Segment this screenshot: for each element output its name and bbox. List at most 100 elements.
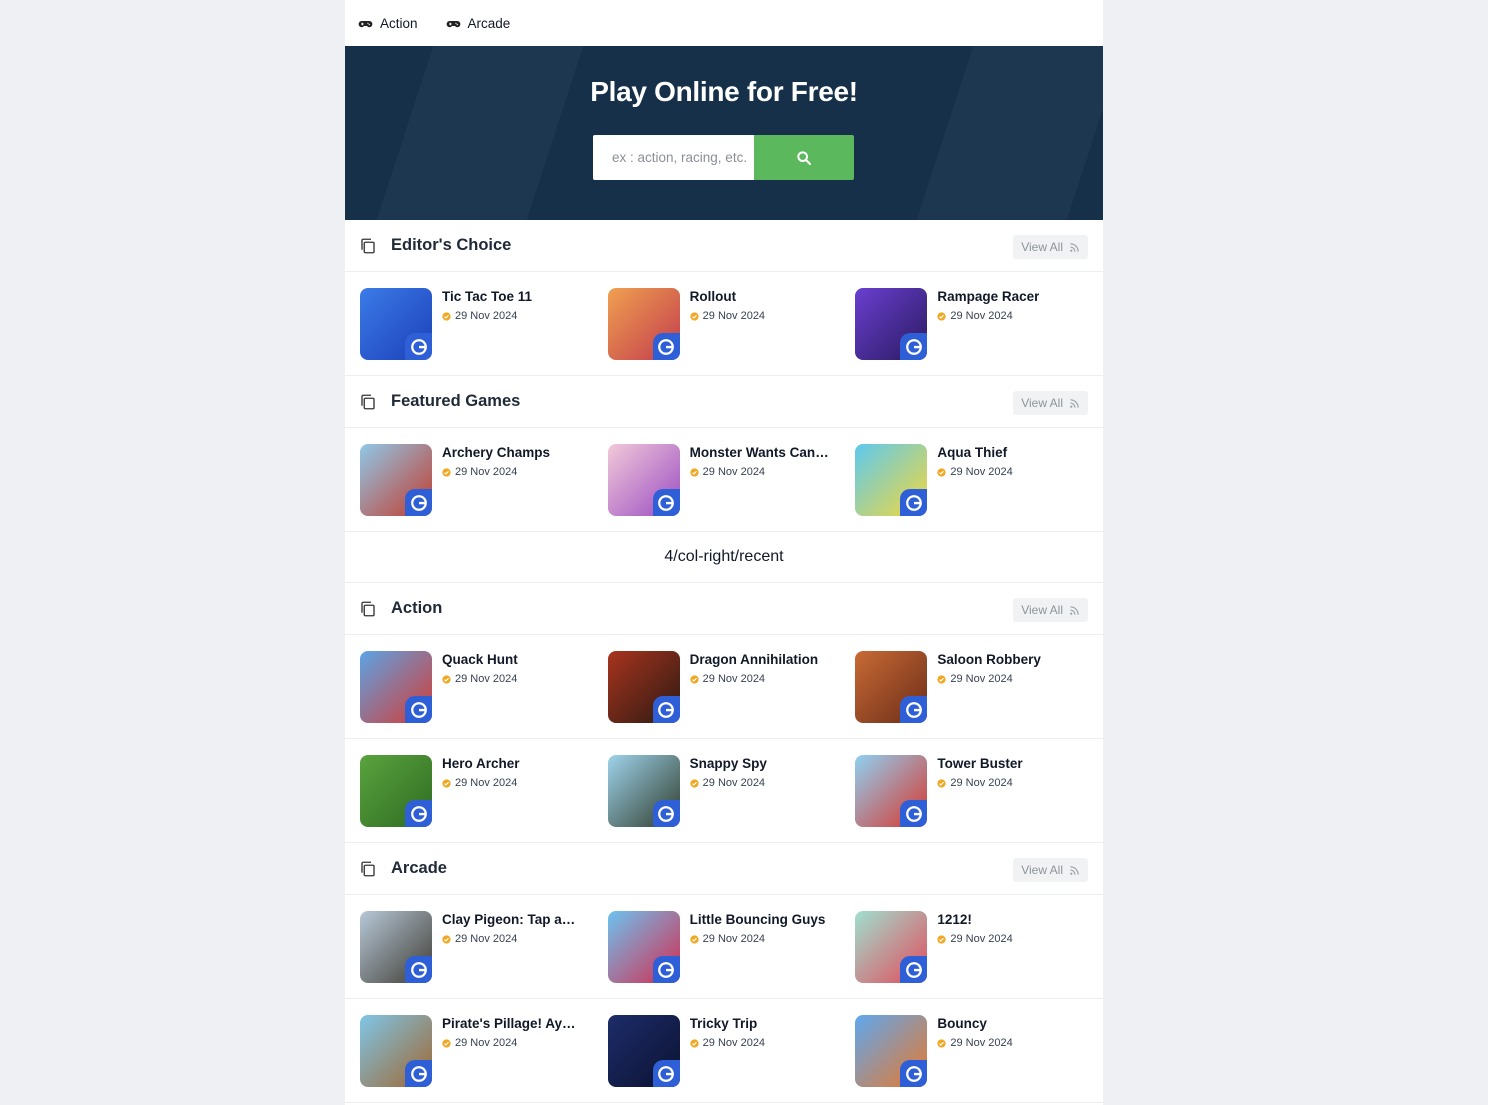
game-title[interactable]: Tic Tac Toe 11 (442, 288, 532, 305)
game-title[interactable]: Pirate's Pillage! Aye! ... (442, 1015, 582, 1032)
view-all-label: View All (1021, 240, 1063, 254)
view-all-button[interactable]: View All (1013, 858, 1088, 882)
game-title[interactable]: Tricky Trip (690, 1015, 765, 1032)
game-card[interactable]: Snappy Spy 29 Nov 2024 (607, 739, 856, 827)
game-card[interactable]: Tic Tac Toe 11 29 Nov 2024 (360, 272, 608, 360)
game-thumbnail[interactable] (855, 288, 928, 360)
game-card[interactable]: Little Bouncing Guys 29 Nov 2024 (607, 895, 856, 983)
copy-icon (361, 861, 375, 876)
game-date-text: 29 Nov 2024 (455, 310, 518, 322)
game-info: Quack Hunt 29 Nov 2024 (442, 651, 518, 685)
game-thumbnail[interactable] (855, 755, 928, 827)
game-thumbnail[interactable] (360, 911, 432, 983)
search-button[interactable] (754, 135, 854, 180)
rss-icon (1070, 605, 1079, 615)
verified-icon (442, 778, 451, 788)
game-date: 29 Nov 2024 (442, 310, 532, 322)
view-all-button[interactable]: View All (1013, 235, 1088, 259)
game-title[interactable]: Snappy Spy (690, 755, 767, 772)
game-card[interactable]: Quack Hunt 29 Nov 2024 (360, 635, 608, 723)
game-badge (900, 800, 928, 827)
game-thumbnail[interactable] (607, 444, 680, 516)
copy-icon (361, 238, 375, 253)
game-thumbnail[interactable] (360, 651, 432, 723)
nav-item-arcade[interactable]: Arcade (446, 16, 510, 31)
game-title[interactable]: Little Bouncing Guys (690, 911, 826, 928)
game-thumbnail[interactable] (607, 911, 680, 983)
game-card[interactable]: Rollout 29 Nov 2024 (607, 272, 856, 360)
game-badge (405, 1060, 432, 1087)
game-thumbnail[interactable] (855, 1015, 928, 1087)
game-thumbnail[interactable] (607, 651, 680, 723)
view-all-label: View All (1021, 603, 1063, 617)
game-title[interactable]: Archery Champs (442, 444, 550, 461)
game-card[interactable]: Pirate's Pillage! Aye! ... 29 Nov 2024 (360, 999, 608, 1087)
game-card[interactable]: Bouncy 29 Nov 2024 (855, 999, 1103, 1087)
game-date-text: 29 Nov 2024 (702, 1037, 766, 1049)
game-title[interactable]: Hero Archer (442, 755, 520, 772)
game-thumbnail[interactable] (855, 444, 928, 516)
game-info: Monster Wants Candy 29 Nov 2024 (690, 444, 830, 478)
game-info: Pirate's Pillage! Aye! ... 29 Nov 2024 (442, 1015, 582, 1049)
game-card[interactable]: Dragon Annihilation 29 Nov 2024 (607, 635, 856, 723)
game-title[interactable]: Aqua Thief (937, 444, 1012, 461)
game-card[interactable]: Rampage Racer 29 Nov 2024 (855, 272, 1103, 360)
game-date-text: 29 Nov 2024 (702, 777, 766, 789)
game-title[interactable]: Dragon Annihilation (690, 651, 819, 668)
game-date-text: 29 Nov 2024 (950, 1037, 1013, 1049)
game-date: 29 Nov 2024 (442, 673, 518, 685)
game-date: 29 Nov 2024 (937, 933, 1013, 945)
verified-icon (442, 467, 451, 477)
game-brand-icon (905, 961, 922, 978)
game-thumbnail[interactable] (360, 1015, 432, 1087)
game-title[interactable]: Tower Buster (937, 755, 1022, 772)
game-card[interactable]: Monster Wants Candy 29 Nov 2024 (607, 428, 856, 516)
nav-item-action[interactable]: Action (358, 16, 418, 31)
game-card[interactable]: Aqua Thief 29 Nov 2024 (855, 428, 1103, 516)
game-thumbnail[interactable] (607, 755, 680, 827)
game-brand-icon (905, 1065, 922, 1082)
game-thumbnail[interactable] (360, 444, 432, 516)
search-input[interactable] (593, 135, 754, 180)
game-title[interactable]: Monster Wants Candy (690, 444, 830, 461)
game-card[interactable]: Archery Champs 29 Nov 2024 (360, 428, 608, 516)
game-row: Quack Hunt 29 Nov 2024 Dragon Annihilation… (345, 635, 1103, 739)
game-title[interactable]: Saloon Robbery (937, 651, 1041, 668)
game-date: 29 Nov 2024 (937, 673, 1041, 685)
game-thumbnail[interactable] (360, 755, 432, 827)
game-title[interactable]: Clay Pigeon: Tap and ... (442, 911, 582, 928)
view-all-button[interactable]: View All (1013, 598, 1088, 622)
game-thumbnail[interactable] (855, 651, 928, 723)
hero-banner: Play Online for Free! (345, 46, 1103, 220)
game-card[interactable]: Tricky Trip 29 Nov 2024 (607, 999, 856, 1087)
verified-icon (937, 934, 946, 944)
verified-icon (937, 311, 946, 321)
game-card[interactable]: Tower Buster 29 Nov 2024 (855, 739, 1103, 827)
game-date-text: 29 Nov 2024 (702, 933, 766, 945)
game-thumbnail[interactable] (607, 1015, 680, 1087)
game-title[interactable]: Bouncy (937, 1015, 1012, 1032)
game-info: Archery Champs 29 Nov 2024 (442, 444, 550, 478)
game-badge (405, 800, 432, 827)
game-date: 29 Nov 2024 (937, 466, 1013, 478)
game-card[interactable]: Clay Pigeon: Tap and ... 29 Nov 2024 (360, 895, 608, 983)
game-title[interactable]: Rollout (690, 288, 765, 305)
game-thumbnail[interactable] (360, 288, 432, 360)
game-date: 29 Nov 2024 (937, 777, 1022, 789)
game-info: Dragon Annihilation 29 Nov 2024 (690, 651, 819, 685)
game-thumbnail[interactable] (855, 911, 928, 983)
game-card[interactable]: Hero Archer 29 Nov 2024 (360, 739, 608, 827)
game-title[interactable]: Rampage Racer (937, 288, 1039, 305)
view-all-button[interactable]: View All (1013, 391, 1088, 415)
game-info: Tic Tac Toe 11 29 Nov 2024 (442, 288, 532, 322)
game-card[interactable]: 1212! 29 Nov 2024 (855, 895, 1103, 983)
game-date: 29 Nov 2024 (442, 466, 550, 478)
game-thumbnail[interactable] (607, 288, 680, 360)
copy-icon (361, 601, 375, 616)
game-title[interactable]: 1212! (937, 911, 1012, 928)
game-card[interactable]: Saloon Robbery 29 Nov 2024 (855, 635, 1103, 723)
verified-icon (442, 934, 451, 944)
game-badge (652, 489, 680, 516)
game-title[interactable]: Quack Hunt (442, 651, 518, 668)
verified-icon (442, 1038, 451, 1048)
